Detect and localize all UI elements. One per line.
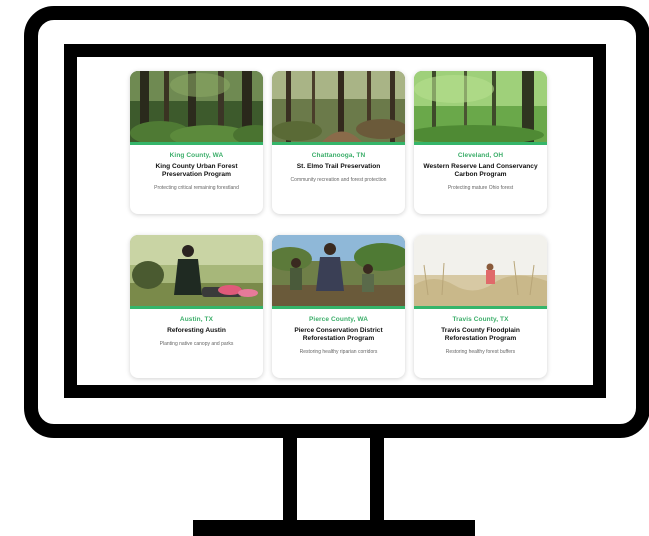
monitor-stand-right-post	[370, 438, 384, 523]
card-location: Cleveland, OH	[457, 152, 504, 159]
dense-forest-photo	[130, 71, 263, 142]
project-card[interactable]: Pierce County, WA Pierce Conservation Di…	[272, 235, 405, 378]
card-title: Travis County Floodplain Reforestation P…	[441, 327, 520, 342]
card-description: Restoring healthy forest buffers	[445, 349, 516, 355]
card-location: Austin, TX	[179, 316, 214, 323]
card-location: Pierce County, WA	[308, 316, 368, 323]
card-description: Restoring healthy riparian corridors	[299, 349, 378, 355]
card-accent-bar	[272, 142, 405, 145]
group-planting-photo	[272, 235, 405, 306]
card-title: Western Reserve Land Conservancy Carbon …	[423, 163, 538, 178]
monitor-stand-base	[193, 520, 475, 536]
floodplain-grass-photo	[414, 235, 547, 306]
project-card[interactable]: Austin, TX Reforesting Austin Planting n…	[130, 235, 263, 378]
ohio-forest-photo	[414, 71, 547, 142]
project-card[interactable]: Chattanooga, TN St. Elmo Trail Preservat…	[272, 71, 405, 214]
card-accent-bar	[130, 306, 263, 309]
card-description: Protecting mature Ohio forest	[447, 185, 514, 191]
card-title: Reforesting Austin	[167, 327, 226, 334]
card-location: Travis County, TX	[452, 316, 509, 323]
project-card[interactable]: Cleveland, OH Western Reserve Land Conse…	[414, 71, 547, 214]
project-card[interactable]: Travis County, TX Travis County Floodpla…	[414, 235, 547, 378]
monitor-screen: King County, WA King County Urban Forest…	[77, 57, 593, 385]
card-description: Community recreation and forest protecti…	[290, 177, 387, 183]
project-card[interactable]: King County, WA King County Urban Forest…	[130, 71, 263, 214]
card-accent-bar	[414, 142, 547, 145]
monitor-stand-left-post	[283, 438, 297, 523]
card-location: King County, WA	[169, 152, 224, 159]
card-title: King County Urban Forest Preservation Pr…	[155, 163, 238, 178]
card-accent-bar	[414, 306, 547, 309]
forest-trail-photo	[272, 71, 405, 142]
card-title: Pierce Conservation District Reforestati…	[294, 327, 383, 342]
card-location: Chattanooga, TN	[311, 152, 366, 159]
card-accent-bar	[130, 142, 263, 145]
card-accent-bar	[272, 306, 405, 309]
card-description: Planting native canopy and parks	[159, 341, 234, 347]
card-description: Protecting critical remaining forestland	[154, 185, 239, 191]
card-title: St. Elmo Trail Preservation	[296, 163, 381, 170]
volunteers-planting-photo	[130, 235, 263, 306]
